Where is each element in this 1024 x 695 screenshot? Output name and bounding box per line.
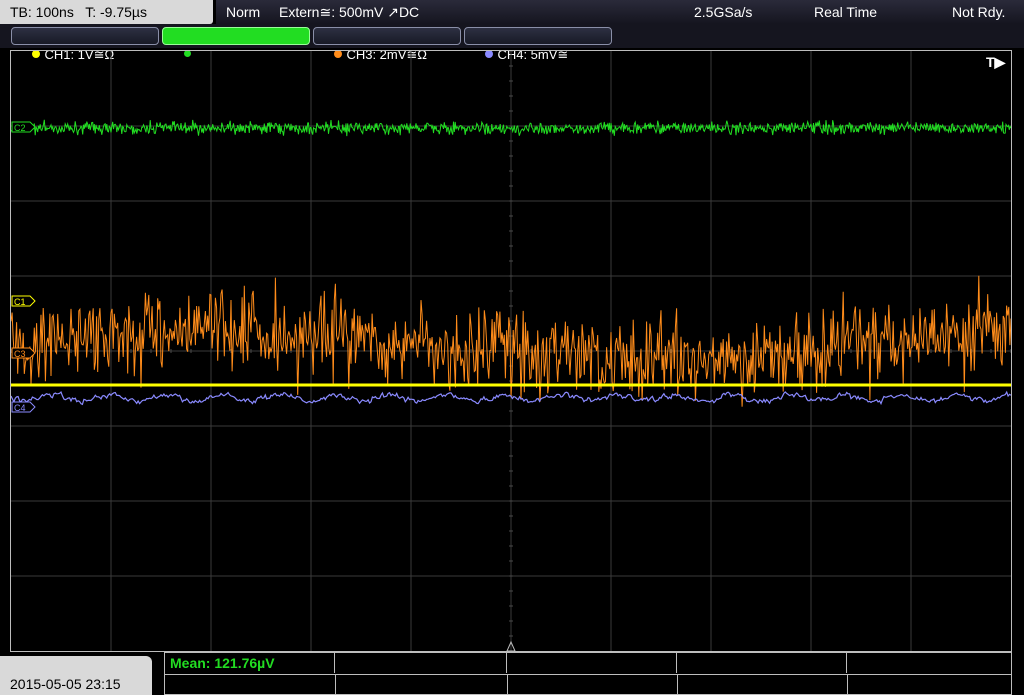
- trigger-setting[interactable]: Extern≅: 500mV ↗DC: [279, 4, 419, 21]
- acquisition-status: Norm Extern≅: 500mV ↗DC 2.5GSa/s Real Ti…: [216, 0, 1024, 24]
- channel-4-button[interactable]: CH4: 5mV≅: [464, 27, 612, 62]
- measurement-row-2: [165, 674, 1011, 675]
- channel-3-button[interactable]: CH3: 2mV≅Ω: [313, 27, 461, 62]
- m-div-3: [677, 674, 678, 694]
- channel-row: CH1: 1V≅Ω CH2: 5mV≅Ω CH3: 2mV≅Ω CH4: 5mV…: [0, 24, 1024, 62]
- mean-measurement: Mean: 121.76µV: [170, 655, 275, 671]
- c3-marker-label: C3: [14, 349, 26, 359]
- acq-mode[interactable]: Norm: [226, 4, 260, 20]
- measurement-cell-2[interactable]: [335, 653, 507, 673]
- datetime-box: 2015-05-05 23:15: [0, 656, 152, 695]
- measurement-table[interactable]: Mean: 121.76µV: [164, 652, 1012, 695]
- channel-1-button[interactable]: CH1: 1V≅Ω: [11, 27, 159, 62]
- c1-marker-label: C1: [14, 297, 26, 307]
- sample-rate: 2.5GSa/s: [694, 4, 753, 20]
- measurement-cell-3[interactable]: [507, 653, 677, 673]
- ch1-marker[interactable]: C1: [11, 295, 36, 307]
- waveform-display[interactable]: C2 C1 C3 C4 T▶: [11, 51, 1011, 651]
- measurement-cell-1[interactable]: Mean: 121.76µV: [165, 653, 335, 673]
- ch4-marker[interactable]: C4: [11, 401, 36, 413]
- m-div-2: [507, 674, 508, 694]
- m-div-4: [847, 674, 848, 694]
- c2-marker-label: C2: [14, 123, 26, 133]
- ch3-marker[interactable]: C3: [11, 347, 36, 359]
- timebase-label: TB: 100ns T: -9.75µs: [10, 4, 147, 20]
- acq-realtime: Real Time: [814, 4, 878, 20]
- ch2-marker[interactable]: C2: [11, 121, 36, 133]
- trigger-state: Not Rdy.: [952, 4, 1006, 20]
- m-div-1: [335, 674, 336, 694]
- channel-2-button[interactable]: CH2: 5mV≅Ω: [162, 27, 310, 62]
- timebase-box[interactable]: TB: 100ns T: -9.75µs: [0, 0, 213, 24]
- trigger-position-marker[interactable]: T▶: [986, 54, 1007, 70]
- datetime-label: 2015-05-05 23:15: [10, 676, 121, 692]
- measurement-cell-4[interactable]: [677, 653, 847, 673]
- c4-marker-label: C4: [14, 403, 26, 413]
- status-bar: TB: 100ns T: -9.75µs Norm Extern≅: 500mV…: [0, 0, 1024, 24]
- measurement-cell-5[interactable]: [847, 653, 1011, 673]
